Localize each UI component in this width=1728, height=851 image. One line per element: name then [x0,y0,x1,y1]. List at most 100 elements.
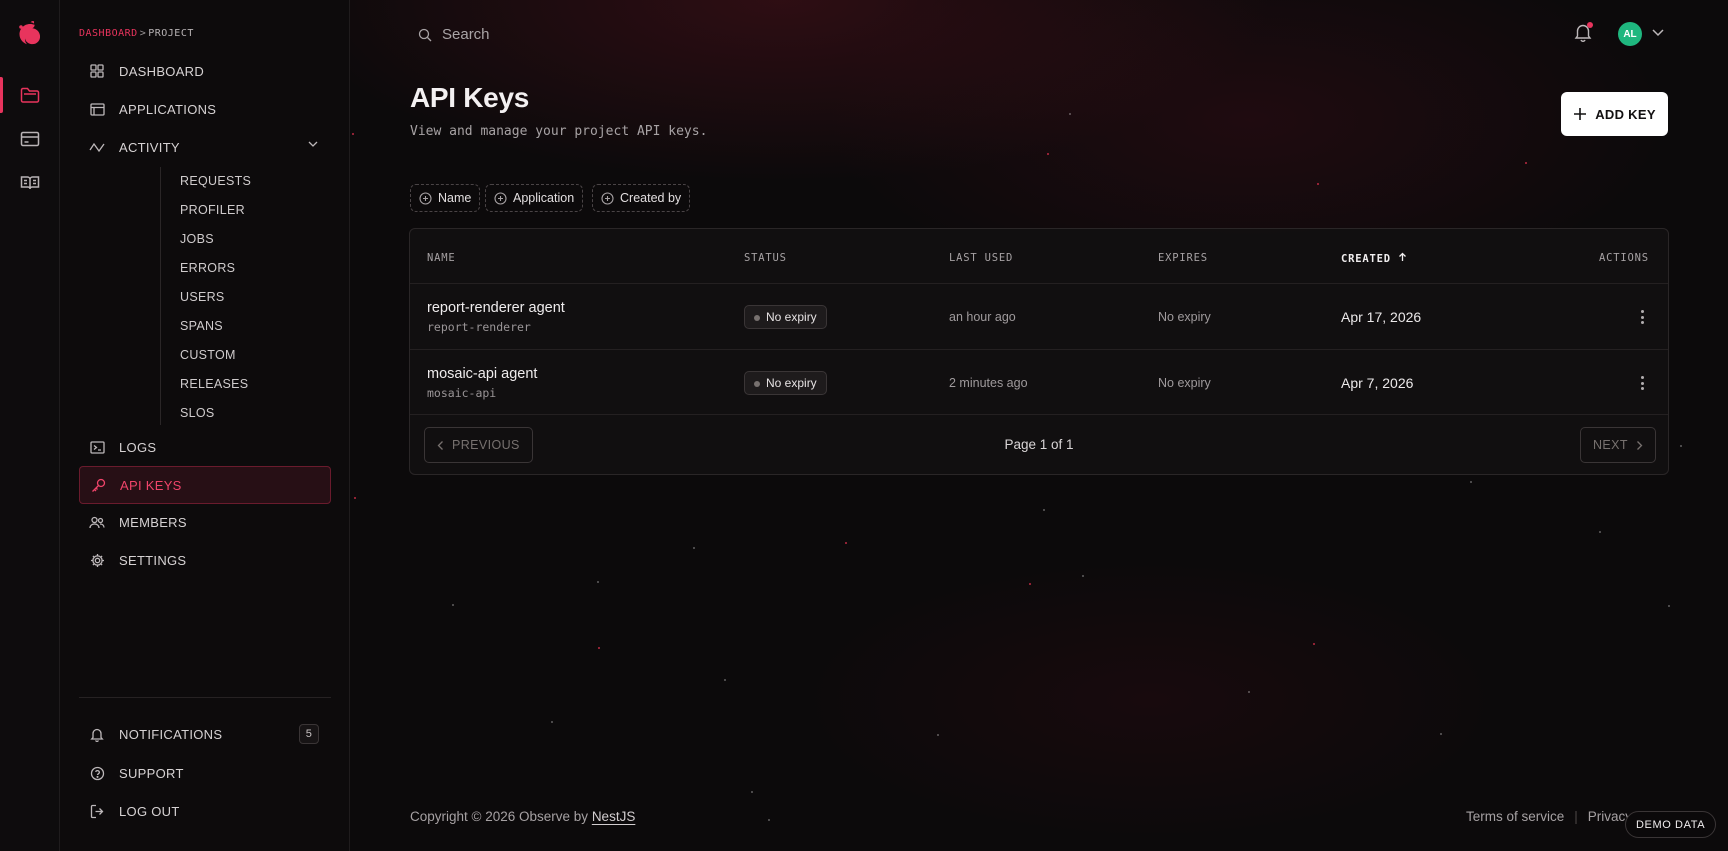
sidebar-item-label: ACTIVITY [119,139,180,155]
column-header-last-used[interactable]: LAST USED [949,252,1013,264]
sidebar-item-label: NOTIFICATIONS [119,726,223,742]
credit-card-icon [20,131,40,147]
subnav-item-custom[interactable]: CUSTOM [180,348,236,362]
column-header-name[interactable]: NAME [427,252,456,264]
next-page-label: NEXT [1593,438,1628,452]
subnav-item-releases[interactable]: RELEASES [180,377,248,391]
search-bar [418,26,742,43]
search-icon [418,28,432,41]
filter-chip-label: Name [438,191,472,205]
sidebar-divider [79,697,331,698]
filter-chip-application[interactable]: Application [485,184,584,212]
bell-icon [89,726,105,742]
notifications-bell[interactable] [1574,22,1594,44]
book-open-icon [20,176,40,190]
subnav-item-spans[interactable]: SPANS [180,319,223,333]
key-name[interactable]: mosaic-api agent [427,366,537,382]
rail-item-billing[interactable] [0,119,60,159]
terminal-icon [89,439,105,455]
demo-data-badge[interactable]: DEMO DATA [1625,811,1717,838]
subnav-item-profiler[interactable]: PROFILER [180,203,245,217]
footer-links: Terms of service | Privacy [1466,809,1632,824]
sidebar-item-members[interactable]: MEMBERS [79,504,331,540]
logout-icon [89,803,105,819]
chevron-left-icon [437,440,443,450]
copyright-text: Copyright © 2026 Observe by [410,809,589,824]
activity-subnav: REQUESTS PROFILER JOBS ERRORS USERS SPAN… [160,167,251,425]
next-page-button[interactable]: NEXT [1580,427,1656,463]
status-badge: No expiry [744,371,827,395]
rail-item-projects[interactable] [0,75,60,115]
breadcrumb-dashboard[interactable]: DASHBOARD [79,28,138,39]
subnav-item-requests[interactable]: REQUESTS [180,174,251,188]
subnav-item-users[interactable]: USERS [180,290,225,304]
breadcrumb: DASHBOARD > PROJECT [79,28,194,39]
plus-circle-icon [419,191,432,205]
previous-page-button[interactable]: PREVIOUS [424,427,533,463]
column-header-status[interactable]: STATUS [744,252,787,264]
subnav-item-errors[interactable]: ERRORS [180,261,235,275]
add-key-button[interactable]: ADD KEY [1561,92,1668,136]
icon-rail [0,0,60,851]
sidebar-item-label: SETTINGS [119,552,187,568]
row-divider [410,283,1668,284]
sidebar-item-dashboard[interactable]: DASHBOARD [79,53,331,89]
sidebar-item-settings[interactable]: SETTINGS [79,542,331,578]
terms-link[interactable]: Terms of service [1466,809,1564,824]
sidebar-item-label: MEMBERS [119,514,187,530]
sidebar: DASHBOARD > PROJECT DASHBOARD APPLICATIONS… [60,0,350,851]
created-date: Apr 17, 2026 [1341,309,1422,325]
search-input[interactable] [442,26,742,43]
row-actions-kebab-icon[interactable] [1636,309,1648,325]
column-header-created-label: CREATED [1341,253,1391,265]
subnav-item-jobs[interactable]: JOBS [180,232,214,246]
activity-icon [89,139,105,155]
page-subtitle: View and manage your project API keys. [410,124,708,139]
last-used: an hour ago [949,310,1016,324]
column-header-expires[interactable]: EXPIRES [1158,252,1208,264]
plus-icon [1574,108,1587,120]
page-title: API Keys [410,82,529,113]
gear-icon [89,552,105,568]
sidebar-item-logs[interactable]: LOGS [79,429,331,465]
sidebar-item-notifications[interactable]: NOTIFICATIONS 5 [79,716,331,752]
window-icon [89,101,105,117]
previous-page-label: PREVIOUS [452,438,520,452]
status-badge: No expiry [744,305,827,329]
expires: No expiry [1158,310,1211,324]
chevron-down-icon[interactable] [1651,28,1665,37]
sidebar-item-label: DASHBOARD [119,63,205,79]
sidebar-item-label: API KEYS [120,477,182,493]
sidebar-item-label: APPLICATIONS [119,101,217,117]
created-date: Apr 7, 2026 [1341,375,1414,391]
filter-chip-created-by[interactable]: Created by [592,184,691,212]
users-icon [89,514,105,530]
sidebar-item-support[interactable]: SUPPORT [79,755,331,791]
breadcrumb-separator: > [139,28,147,39]
sidebar-item-applications[interactable]: APPLICATIONS [79,91,331,127]
rail-item-docs[interactable] [0,163,60,203]
pagination-info: Page 1 of 1 [1004,437,1074,452]
avatar[interactable]: AL [1618,22,1642,46]
notification-count-badge: 5 [299,724,319,744]
key-slug: report-renderer [427,320,531,334]
filter-chip-name[interactable]: Name [410,184,481,212]
nestjs-logo-icon[interactable] [14,18,46,50]
footer-separator: | [1574,809,1578,824]
sidebar-item-api-keys[interactable]: API KEYS [79,466,331,504]
breadcrumb-project[interactable]: PROJECT [148,28,194,39]
subnav-item-slos[interactable]: SLOS [180,406,215,420]
row-divider [410,349,1668,350]
sidebar-item-logout[interactable]: LOG OUT [79,793,331,829]
row-divider [410,414,1668,415]
chevron-down-icon[interactable] [307,140,319,148]
nestjs-link[interactable]: NestJS [592,809,636,824]
row-actions-kebab-icon[interactable] [1636,375,1648,391]
key-slug: mosaic-api [427,386,497,400]
chevron-right-icon [1636,440,1643,450]
column-header-created[interactable]: CREATED [1341,252,1407,265]
last-used: 2 minutes ago [949,376,1028,390]
filter-chip-label: Created by [620,191,682,205]
sidebar-item-activity[interactable]: ACTIVITY [79,129,331,165]
key-name[interactable]: report-renderer agent [427,300,565,316]
